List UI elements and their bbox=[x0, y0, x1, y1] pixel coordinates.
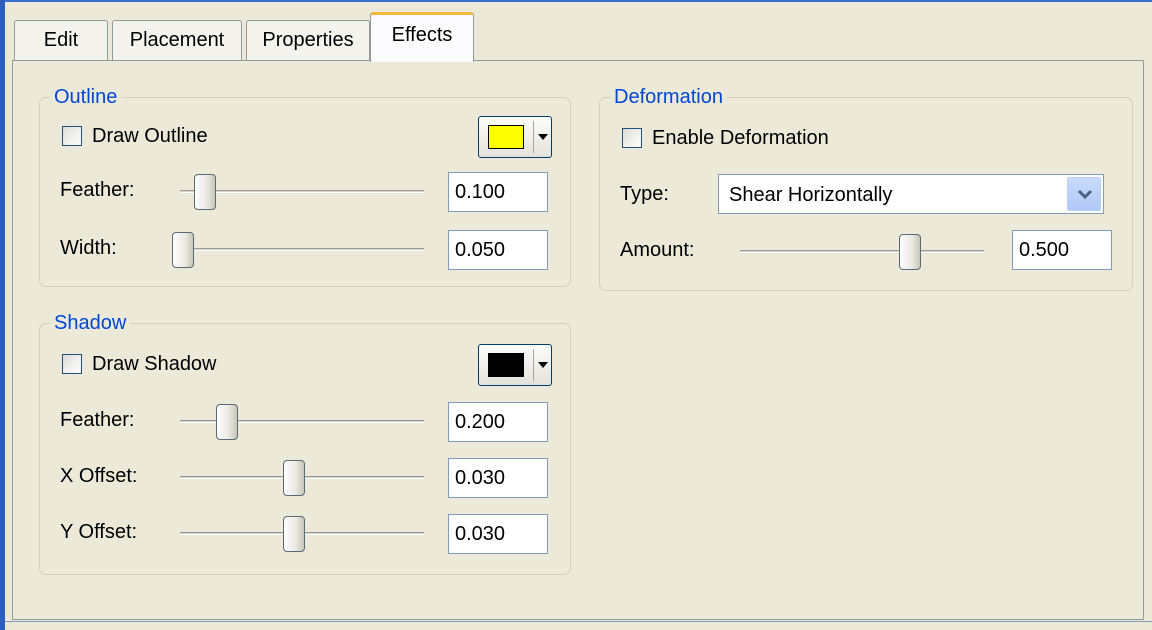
shadow-feather-input[interactable]: 0.200 bbox=[448, 402, 548, 442]
draw-outline-checkbox[interactable] bbox=[62, 126, 82, 146]
window-top-edge bbox=[0, 0, 1152, 2]
outline-width-input[interactable]: 0.050 bbox=[448, 230, 548, 270]
draw-shadow-checkbox[interactable] bbox=[62, 354, 82, 374]
tab-properties[interactable]: Properties bbox=[246, 20, 370, 60]
deformation-amount-slider-track[interactable] bbox=[740, 250, 984, 253]
outline-group: Outline Draw Outline Feather: 0.100 Widt… bbox=[39, 84, 571, 287]
shadow-x-offset-input[interactable]: 0.030 bbox=[448, 458, 548, 498]
outline-feather-slider-thumb[interactable] bbox=[194, 174, 217, 210]
deformation-type-select[interactable]: Shear Horizontally bbox=[718, 174, 1104, 214]
deformation-group-title: Deformation bbox=[610, 84, 727, 110]
shadow-color-picker[interactable] bbox=[478, 344, 552, 386]
outline-feather-label: Feather: bbox=[60, 179, 135, 201]
outline-group-title: Outline bbox=[50, 84, 122, 110]
bottom-border bbox=[5, 621, 1152, 622]
deformation-amount-input[interactable]: 0.500 bbox=[1012, 230, 1112, 270]
deformation-type-label: Type: bbox=[620, 183, 669, 205]
outline-feather-input[interactable]: 0.100 bbox=[448, 172, 548, 212]
effects-panel: Outline Draw Outline Feather: 0.100 Widt… bbox=[12, 60, 1144, 620]
deformation-group: Deformation Enable Deformation Type: She… bbox=[599, 84, 1133, 291]
window-left-edge bbox=[0, 0, 5, 630]
deformation-type-value: Shear Horizontally bbox=[729, 184, 893, 206]
shadow-x-offset-slider-thumb[interactable] bbox=[283, 460, 305, 496]
shadow-y-offset-slider-thumb[interactable] bbox=[283, 516, 305, 552]
shadow-y-offset-input[interactable]: 0.030 bbox=[448, 514, 548, 554]
shadow-x-offset-label: X Offset: bbox=[60, 465, 138, 487]
tab-placement[interactable]: Placement bbox=[112, 20, 242, 60]
outline-width-slider-track[interactable] bbox=[180, 248, 424, 251]
tab-edit[interactable]: Edit bbox=[14, 20, 108, 60]
shadow-group: Shadow Draw Shadow Feather: 0.200 X Offs… bbox=[39, 310, 571, 575]
outline-width-slider-thumb[interactable] bbox=[172, 232, 194, 268]
draw-shadow-label: Draw Shadow bbox=[92, 353, 217, 375]
enable-deformation-label: Enable Deformation bbox=[652, 127, 829, 149]
shadow-feather-slider-thumb[interactable] bbox=[216, 404, 239, 440]
chevron-down-icon bbox=[538, 134, 548, 140]
shadow-feather-label: Feather: bbox=[60, 409, 135, 431]
chevron-down-icon bbox=[1077, 189, 1093, 200]
tab-effects[interactable]: Effects bbox=[370, 12, 474, 62]
shadow-y-offset-label: Y Offset: bbox=[60, 521, 138, 543]
outline-feather-slider-track[interactable] bbox=[180, 190, 424, 193]
outline-color-swatch bbox=[488, 125, 524, 149]
dropdown-button[interactable] bbox=[1067, 177, 1101, 211]
deformation-amount-label: Amount: bbox=[620, 239, 695, 261]
deformation-amount-slider-thumb[interactable] bbox=[898, 234, 921, 270]
outline-color-picker[interactable] bbox=[478, 116, 552, 158]
chevron-down-icon bbox=[538, 362, 548, 368]
outline-width-label: Width: bbox=[60, 237, 117, 259]
enable-deformation-checkbox[interactable] bbox=[622, 128, 642, 148]
shadow-group-title: Shadow bbox=[50, 310, 131, 336]
shadow-color-swatch bbox=[488, 353, 524, 377]
draw-outline-label: Draw Outline bbox=[92, 125, 208, 147]
